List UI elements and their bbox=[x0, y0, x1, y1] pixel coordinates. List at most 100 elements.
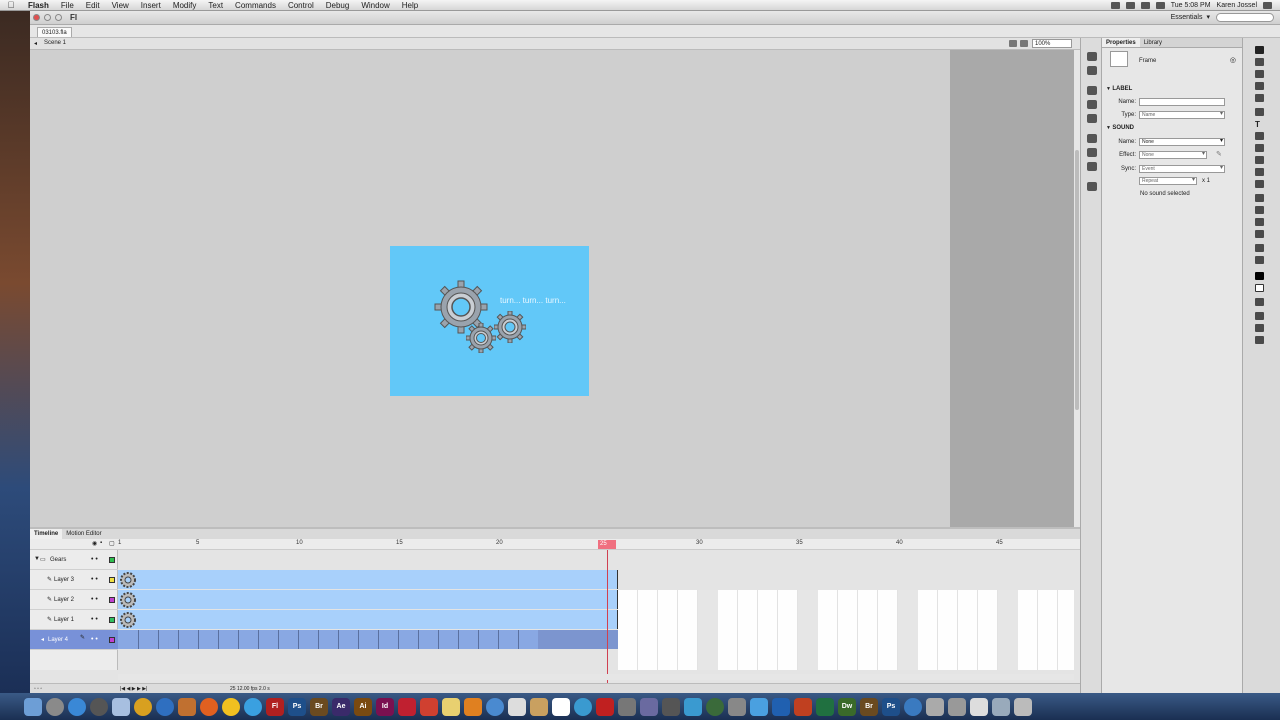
motion-presets-icon[interactable] bbox=[1087, 52, 1097, 61]
rectangle-tool-icon[interactable] bbox=[1255, 144, 1264, 152]
zoom-window-button[interactable] bbox=[55, 14, 62, 21]
small-gear-icon[interactable] bbox=[466, 323, 496, 353]
battery-icon[interactable] bbox=[1155, 1, 1165, 9]
photos-icon[interactable] bbox=[178, 697, 196, 716]
volume-icon[interactable] bbox=[1140, 1, 1150, 9]
chrome-icon[interactable] bbox=[244, 697, 262, 716]
layer-folder-gears[interactable]: ▼ ▭ Gears • • bbox=[30, 550, 118, 570]
scrollbar-thumb[interactable] bbox=[1075, 150, 1079, 410]
code-snippets-icon[interactable] bbox=[1087, 134, 1097, 143]
pencil-tool-icon[interactable] bbox=[1255, 156, 1264, 164]
airdrop-icon[interactable] bbox=[926, 697, 944, 716]
excel-icon[interactable] bbox=[816, 697, 834, 716]
frame-row-layer-4[interactable] bbox=[118, 630, 1074, 650]
zoom-tool-icon[interactable] bbox=[1255, 256, 1264, 264]
apple-menu-icon[interactable]:  bbox=[0, 0, 22, 10]
time-machine-icon[interactable] bbox=[706, 697, 724, 716]
menu-flash[interactable]: Flash bbox=[22, 0, 55, 11]
tab-motion-editor[interactable]: Motion Editor bbox=[62, 529, 105, 539]
bridge-2-icon[interactable]: Br bbox=[860, 697, 878, 716]
label-type-select[interactable]: Name bbox=[1139, 111, 1225, 119]
powerpoint-icon[interactable] bbox=[794, 697, 812, 716]
keyframe-marker[interactable] bbox=[178, 630, 179, 649]
lasso-tool-icon[interactable] bbox=[1255, 94, 1264, 102]
finder-icon[interactable] bbox=[24, 697, 42, 716]
menu-file[interactable]: File bbox=[55, 0, 80, 11]
menu-text[interactable]: Text bbox=[202, 0, 229, 11]
messages-icon[interactable] bbox=[486, 697, 504, 716]
layer-color-swatch[interactable] bbox=[109, 577, 115, 583]
downloads-stack-icon[interactable] bbox=[948, 697, 966, 716]
line-tool-icon[interactable] bbox=[1255, 132, 1264, 140]
user-name[interactable]: Karen Jossel bbox=[1217, 2, 1257, 9]
visibility-lock-dots[interactable]: • • bbox=[91, 556, 98, 563]
system-prefs-icon[interactable] bbox=[90, 697, 108, 716]
straighten-icon[interactable] bbox=[1255, 336, 1264, 344]
color-icon[interactable] bbox=[1087, 86, 1097, 95]
dropbox-icon[interactable] bbox=[684, 697, 702, 716]
align-icon[interactable] bbox=[1087, 66, 1097, 75]
documents-stack-icon[interactable] bbox=[992, 697, 1010, 716]
frame-name-input[interactable] bbox=[1139, 98, 1225, 106]
utility-icon[interactable] bbox=[618, 697, 636, 716]
eraser-tool-icon[interactable] bbox=[1255, 230, 1264, 238]
clock[interactable]: Tue 5:08 PM bbox=[1171, 2, 1211, 9]
dvd-icon[interactable] bbox=[662, 697, 680, 716]
firefox-icon[interactable] bbox=[200, 697, 218, 716]
calendar-icon[interactable] bbox=[552, 697, 570, 716]
launchpad-icon[interactable] bbox=[46, 697, 64, 716]
acrobat-icon[interactable] bbox=[420, 697, 438, 716]
document-tab[interactable]: 03103.fla bbox=[37, 27, 72, 37]
scene-panel-icon[interactable] bbox=[1087, 182, 1097, 191]
motion-tween-span[interactable] bbox=[118, 590, 618, 609]
creative-cloud-icon[interactable] bbox=[398, 697, 416, 716]
keyframe-marker[interactable] bbox=[378, 630, 379, 649]
3d-rotation-tool-icon[interactable] bbox=[1255, 82, 1264, 90]
info-stack-icon[interactable] bbox=[970, 697, 988, 716]
stroke-color-icon[interactable] bbox=[1255, 272, 1264, 280]
eyedropper-tool-icon[interactable] bbox=[1255, 218, 1264, 226]
keyframe-marker[interactable] bbox=[478, 630, 479, 649]
photoshop-2-icon[interactable]: Ps bbox=[882, 697, 900, 716]
photoshop-icon[interactable]: Ps bbox=[288, 697, 306, 716]
back-arrow-icon[interactable]: ◂ bbox=[34, 40, 37, 47]
info-icon[interactable] bbox=[1087, 100, 1097, 109]
menu-commands[interactable]: Commands bbox=[229, 0, 282, 11]
frame-row-layer-2[interactable] bbox=[118, 590, 1074, 610]
repeat-count[interactable]: x 1 bbox=[1202, 178, 1210, 184]
itunes-icon[interactable] bbox=[574, 697, 592, 716]
menu-edit[interactable]: Edit bbox=[80, 0, 106, 11]
free-transform-tool-icon[interactable] bbox=[1255, 70, 1264, 78]
bone-tool-icon[interactable] bbox=[1255, 194, 1264, 202]
menu-debug[interactable]: Debug bbox=[320, 0, 356, 11]
stage-caption[interactable]: turn... turn... turn... bbox=[500, 296, 566, 305]
keyframe-marker[interactable] bbox=[238, 630, 239, 649]
camera-icon[interactable] bbox=[508, 697, 526, 716]
sound-name-select[interactable]: None bbox=[1139, 138, 1225, 146]
keyframe-marker[interactable] bbox=[338, 630, 339, 649]
after-effects-icon[interactable]: Ae bbox=[332, 697, 350, 716]
brush-app-icon[interactable] bbox=[640, 697, 658, 716]
keyframe-marker[interactable] bbox=[418, 630, 419, 649]
frame-row-layer-1[interactable] bbox=[118, 610, 1074, 630]
indesign-icon[interactable]: Id bbox=[376, 697, 394, 716]
menu-control[interactable]: Control bbox=[282, 0, 320, 11]
edit-symbol-icon[interactable] bbox=[1020, 40, 1028, 47]
app-store-icon[interactable] bbox=[750, 697, 768, 716]
word-icon[interactable] bbox=[772, 697, 790, 716]
label-section-header[interactable]: LABEL bbox=[1106, 86, 1132, 92]
layer-row-layer-2[interactable]: ✎ Layer 2 • • bbox=[30, 590, 118, 610]
paint-bucket-tool-icon[interactable] bbox=[1255, 206, 1264, 214]
frame-row-layer-3[interactable] bbox=[118, 570, 1074, 590]
keyframe-marker[interactable] bbox=[138, 630, 139, 649]
snap-to-objects-icon[interactable] bbox=[1255, 312, 1264, 320]
frame-ruler[interactable]: ◉ ▪ ▢ 1 5 10 15 20 30 35 40 45 25 bbox=[30, 539, 1080, 550]
layer-color-swatch[interactable] bbox=[109, 557, 115, 563]
visibility-lock-dots[interactable]: • • bbox=[91, 636, 98, 643]
sound-repeat-select[interactable]: Repeat bbox=[1139, 177, 1197, 185]
keyframe-marker[interactable] bbox=[458, 630, 459, 649]
new-layer-icon[interactable]: ▫ ▫ ▫ bbox=[34, 686, 42, 692]
status-icon[interactable] bbox=[1110, 1, 1120, 9]
keyframe-marker[interactable] bbox=[498, 630, 499, 649]
outline-icon[interactable]: ▢ bbox=[109, 540, 115, 547]
